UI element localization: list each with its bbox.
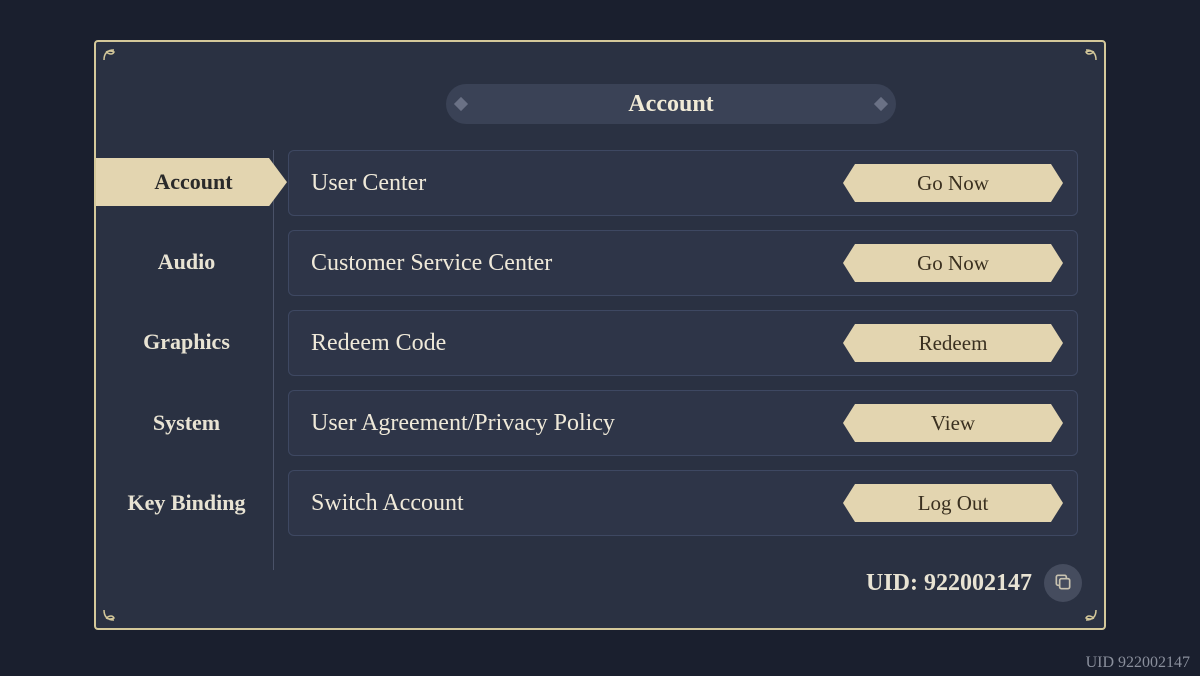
button-label: Redeem [919,331,988,356]
settings-panel: Account Account Audio Graphics System Ke… [94,40,1106,630]
sidebar-item-account[interactable]: Account [96,158,287,206]
log-out-button[interactable]: Log Out [843,484,1063,522]
go-now-button[interactable]: Go Now [843,164,1063,202]
corner-ornament-icon [102,48,126,72]
row-label: User Center [311,170,426,197]
corner-ornament-icon [1074,48,1098,72]
uid-text: UID: 922002147 [866,570,1032,597]
sidebar-item-key-binding[interactable]: Key Binding [100,479,273,527]
section-title: Account [628,91,713,118]
sidebar-item-label: Audio [158,249,215,274]
row-label: Switch Account [311,490,464,517]
sidebar-item-label: System [153,410,220,435]
row-switch-account: Switch Account Log Out [288,470,1078,536]
diamond-ornament-icon [874,97,888,111]
row-label: Redeem Code [311,330,446,357]
view-button[interactable]: View [843,404,1063,442]
corner-ornament-icon [102,598,126,622]
row-label: User Agreement/Privacy Policy [311,410,615,437]
redeem-button[interactable]: Redeem [843,324,1063,362]
settings-sidebar: Account Audio Graphics System Key Bindin… [100,150,274,570]
row-user-agreement: User Agreement/Privacy Policy View [288,390,1078,456]
settings-content: User Center Go Now Customer Service Cent… [288,150,1078,536]
row-redeem-code: Redeem Code Redeem [288,310,1078,376]
sidebar-item-audio[interactable]: Audio [100,238,273,286]
button-label: Go Now [917,171,989,196]
uid-display: UID: 922002147 [866,564,1082,602]
copy-uid-button[interactable] [1044,564,1082,602]
sidebar-item-label: Graphics [143,329,230,354]
diamond-ornament-icon [454,97,468,111]
sidebar-item-label: Key Binding [128,490,246,515]
section-header: Account [446,84,896,124]
sidebar-item-label: Account [154,169,232,194]
sidebar-item-system[interactable]: System [100,399,273,447]
sidebar-item-graphics[interactable]: Graphics [100,318,273,366]
button-label: Go Now [917,251,989,276]
row-label: Customer Service Center [311,250,552,277]
copy-icon [1053,572,1073,595]
row-customer-service: Customer Service Center Go Now [288,230,1078,296]
button-label: View [931,411,975,436]
watermark-uid: UID 922002147 [1086,654,1190,672]
go-now-button[interactable]: Go Now [843,244,1063,282]
row-user-center: User Center Go Now [288,150,1078,216]
button-label: Log Out [918,491,989,516]
